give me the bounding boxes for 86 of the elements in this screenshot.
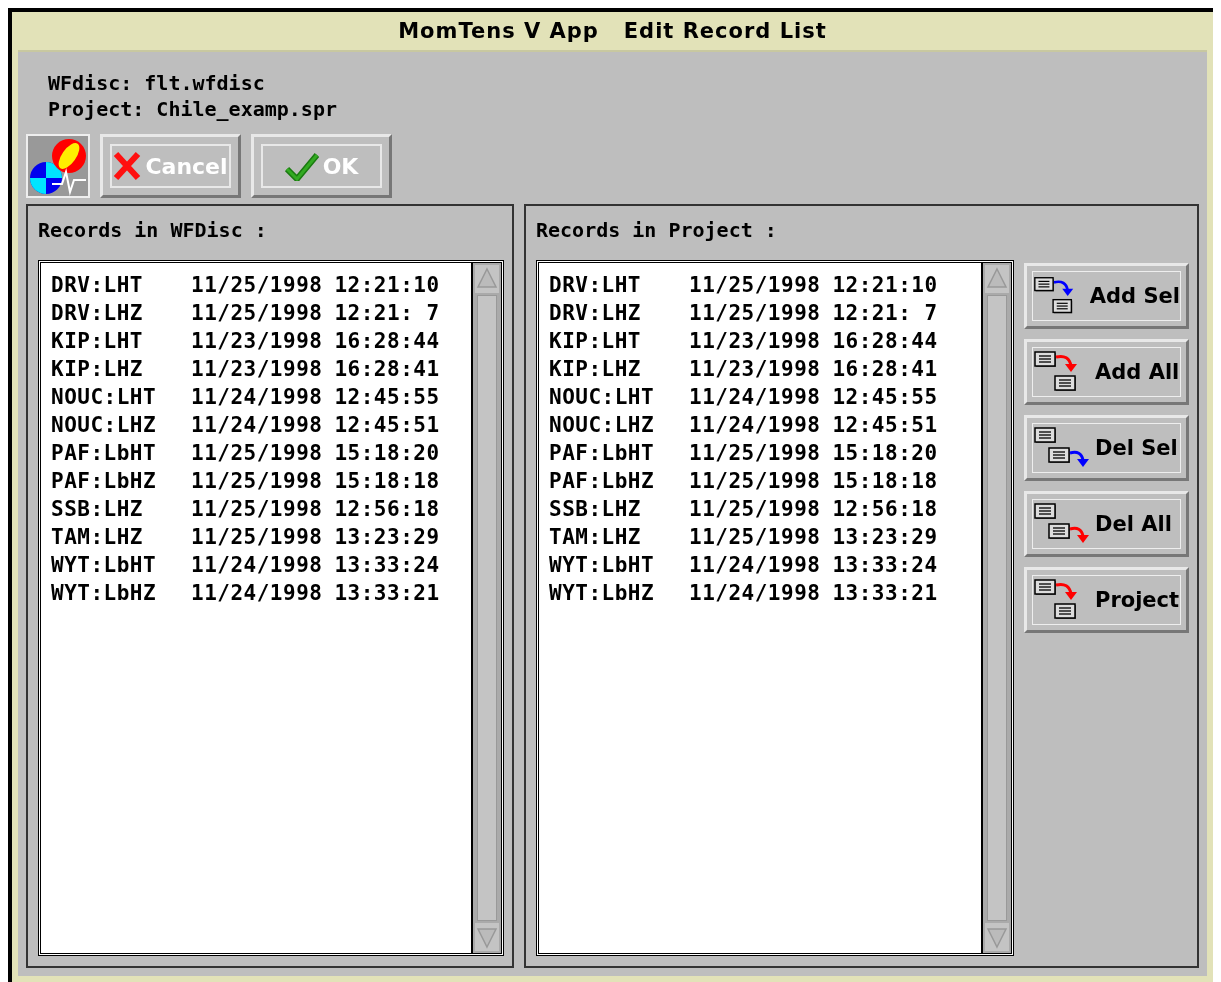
time-cell-text: 15:18:18 [334,468,440,495]
date-cell-text: 11/24/1998 [689,580,821,607]
info-line: WFdisc: flt.wfdisc [48,70,266,96]
panel-title: Records in Project : [536,218,778,244]
station-cell-text: WYT:LbHZ [51,580,158,607]
date-cell-text: 11/24/1998 [191,580,323,607]
time-cell-text: 12:45:55 [832,384,938,411]
date-cell-text: 11/24/1998 [689,412,821,439]
time-cell-text: 16:28:41 [832,356,938,383]
action-button[interactable]: Del All [1024,491,1189,557]
station-cell-text: WYT:LbHZ [549,580,656,607]
station-cell-text: PAF:LbHZ [549,468,656,495]
checkmark-icon [284,151,319,181]
station-cell-text: KIP:LHT [549,328,642,355]
station-cell-text: KIP:LHT [51,328,144,355]
date-cell-text: 11/25/1998 [191,524,323,551]
action-button[interactable]: Add Sel [1024,263,1189,329]
station-cell-text: WYT:LbHT [549,552,656,579]
date-cell-text: 11/24/1998 [191,412,323,439]
time-cell-text: 15:18:20 [334,440,440,467]
date-cell-text: 11/25/1998 [689,496,821,523]
time-cell-text: 12:45:55 [334,384,440,411]
date-cell-text: 11/25/1998 [689,300,821,327]
time-cell-text: 12:56:18 [832,496,938,523]
action-button[interactable]: Add All [1024,339,1189,405]
station-cell-text: DRV:LHT [549,272,642,299]
station-cell-text: NOUC:LHZ [549,412,656,439]
time-cell-text: 12:45:51 [334,412,440,439]
time-cell-text: 13:23:29 [832,524,938,551]
station-cell-text: NOUC:LHT [51,384,158,411]
app-logo-icon [26,134,90,198]
date-cell-text: 11/23/1998 [191,328,323,355]
time-cell-text: 13:33:21 [334,580,440,607]
date-cell-text: 11/23/1998 [191,356,323,383]
time-cell-text: 12:56:18 [334,496,440,523]
time-cell-text: 15:18:20 [832,440,938,467]
date-cell-text: 11/25/1998 [689,440,821,467]
station-cell-text: KIP:LHZ [549,356,642,383]
date-cell-text: 11/23/1998 [689,356,821,383]
time-cell-text: 13:23:29 [334,524,440,551]
date-cell-text: 11/25/1998 [191,468,323,495]
station-cell-text: WYT:LbHT [51,552,158,579]
station-cell-text: PAF:LbHT [51,440,158,467]
station-cell-text: KIP:LHZ [51,356,144,383]
record-list[interactable] [536,260,1014,956]
date-cell-text: 11/25/1998 [689,524,821,551]
date-cell-text: 11/25/1998 [191,440,323,467]
window-title: MomTens V App Edit Record List [398,19,827,43]
date-cell-text: 11/25/1998 [191,300,323,327]
time-cell-text: 12:21: 7 [832,300,938,327]
station-cell-text: TAM:LHZ [51,524,144,551]
time-cell-text: 15:18:18 [832,468,938,495]
time-cell-text: 16:28:44 [832,328,938,355]
time-cell-text: 12:21:10 [832,272,938,299]
station-cell-text: DRV:LHT [51,272,144,299]
time-cell-text: 13:33:24 [832,552,938,579]
action-button[interactable]: Del Sel [1024,415,1189,481]
date-cell-text: 11/25/1998 [689,468,821,495]
action-button[interactable]: Project [1024,567,1189,633]
time-cell-text: 13:33:24 [334,552,440,579]
station-cell-text: DRV:LHZ [549,300,642,327]
station-cell-text: SSB:LHZ [549,496,642,523]
station-cell-text: PAF:LbHZ [51,468,158,495]
time-cell-text: 16:28:41 [334,356,440,383]
station-cell-text: SSB:LHZ [51,496,144,523]
info-line: Project: Chile_examp.spr [48,96,338,122]
date-cell-text: 11/25/1998 [689,272,821,299]
station-cell-text: NOUC:LHZ [51,412,158,439]
date-cell-text: 11/24/1998 [191,552,323,579]
panel-title: Records in WFDisc : [38,218,268,244]
date-cell-text: 11/23/1998 [689,328,821,355]
date-cell-text: 11/24/1998 [191,384,323,411]
date-cell-text: 11/24/1998 [689,384,821,411]
time-cell-text: 13:33:21 [832,580,938,607]
time-cell-text: 12:21: 7 [334,300,440,327]
time-cell-text: 12:21:10 [334,272,440,299]
station-cell-text: NOUC:LHT [549,384,656,411]
time-cell-text: 16:28:44 [334,328,440,355]
close-icon [113,151,142,181]
date-cell-text: 11/24/1998 [689,552,821,579]
station-cell-text: TAM:LHZ [549,524,642,551]
date-cell-text: 11/25/1998 [191,272,323,299]
time-cell-text: 12:45:51 [832,412,938,439]
station-cell-text: DRV:LHZ [51,300,144,327]
date-cell-text: 11/25/1998 [191,496,323,523]
station-cell-text: PAF:LbHT [549,440,656,467]
